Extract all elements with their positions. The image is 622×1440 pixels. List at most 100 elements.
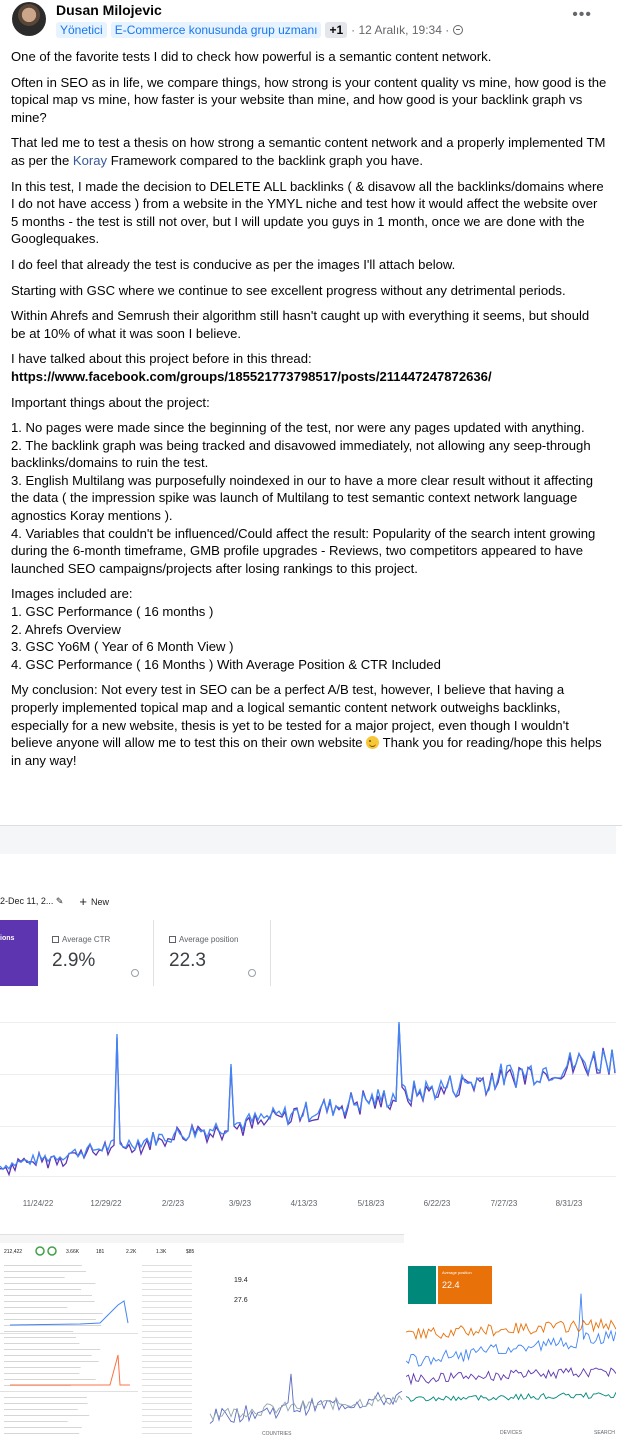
text-line xyxy=(142,1397,192,1398)
globe-icon xyxy=(453,25,464,35)
post-text: One of the favorite tests I did to check… xyxy=(11,48,607,777)
paragraph: I have talked about this project before … xyxy=(11,350,607,385)
x-axis-tick-label: 5/18/23 xyxy=(358,1199,385,1208)
paragraph: Starting with GSC where we continue to s… xyxy=(11,282,566,298)
toolbar-strip xyxy=(0,1235,404,1243)
text-line xyxy=(142,1313,192,1314)
thread-link[interactable]: https://www.facebook.com/groups/18552177… xyxy=(11,369,492,384)
text-line xyxy=(4,1265,82,1266)
text-line xyxy=(4,1409,78,1410)
project-notes-list: 1. No pages were made since the beginnin… xyxy=(11,419,607,577)
paragraph: My conclusion: Not every test in SEO can… xyxy=(11,681,607,769)
role-badge[interactable]: Yönetici xyxy=(56,22,107,38)
images-list: Images included are: 1. GSC Performance … xyxy=(11,585,607,673)
list-item: 4. Variables that couldn't be influenced… xyxy=(11,525,596,576)
text-line xyxy=(142,1319,192,1320)
ahrefs-overview-graphics xyxy=(0,1235,404,1439)
text-line xyxy=(4,1355,92,1356)
text-line xyxy=(4,1361,99,1362)
paragraph: Often in SEO as in life, we compare thin… xyxy=(11,74,607,125)
kw-value: 19.4 xyxy=(234,1277,248,1284)
text-line xyxy=(4,1271,86,1272)
text-line xyxy=(4,1313,103,1314)
impressions-series-line xyxy=(406,1293,616,1367)
gridline xyxy=(0,1022,616,1023)
text-line xyxy=(142,1367,192,1368)
timestamp[interactable]: · 12 Aralık, 19:34 · xyxy=(351,23,449,37)
more-options-icon[interactable]: ••• xyxy=(572,6,592,24)
text-line xyxy=(142,1289,192,1290)
text-line xyxy=(142,1307,192,1308)
text-line xyxy=(4,1367,81,1368)
rating-ring xyxy=(35,1246,45,1256)
text-line xyxy=(4,1415,90,1416)
paragraph: Important things about the project: xyxy=(11,394,210,410)
list-item: 2. Ahrefs Overview xyxy=(11,621,121,637)
post-image-ahrefs-overview[interactable]: 212,422 3.66K 181 2.2K 1.3K $85 19.4 27.… xyxy=(0,1234,404,1440)
mention-link[interactable]: Koray xyxy=(73,153,107,168)
list-heading: Images included are: xyxy=(11,586,133,602)
text-line xyxy=(4,1289,82,1290)
paragraph: That led me to test a thesis on how stro… xyxy=(11,134,607,169)
paragraph: One of the favorite tests I did to check… xyxy=(11,49,492,64)
metric-value: 3.66K xyxy=(66,1249,80,1255)
text-line xyxy=(4,1283,96,1284)
metric-value: 212,422 xyxy=(4,1249,23,1255)
text-line xyxy=(142,1409,192,1410)
text-line xyxy=(4,1397,87,1398)
text-line xyxy=(142,1391,192,1392)
text-line xyxy=(142,1301,192,1302)
gridline xyxy=(0,1126,616,1127)
list-item: 1. No pages were made since the beginnin… xyxy=(11,420,585,436)
bottom-label: DEVICES xyxy=(500,1430,522,1436)
x-axis-tick-label: 12/29/22 xyxy=(90,1199,122,1208)
text-line xyxy=(142,1337,192,1338)
list-item: 3. GSC Yo6M ( Year of 6 Month View ) xyxy=(11,639,234,655)
ctr-series-line xyxy=(406,1391,616,1402)
list-item: 1. GSC Performance ( 16 months ) xyxy=(11,604,214,620)
post-header: Dusan Milojevic Yönetici E-Commerce konu… xyxy=(0,0,622,46)
text-line xyxy=(142,1295,192,1296)
text-line xyxy=(142,1331,192,1332)
text-line xyxy=(142,1355,192,1356)
text-line xyxy=(142,1379,192,1380)
text-line xyxy=(142,1271,192,1272)
group-expert-badge[interactable]: E-Commerce konusunda grup uzmanı xyxy=(110,22,322,38)
avatar[interactable] xyxy=(12,2,46,36)
post-image-gsc-position-ctr[interactable]: Average position 22.4 DEVICES SEARCH xyxy=(406,1234,616,1440)
extra-badges[interactable]: +1 xyxy=(325,22,348,38)
text-line xyxy=(4,1319,96,1320)
x-axis-tick-label: 7/27/23 xyxy=(491,1199,518,1208)
text: Framework compared to the backlink graph… xyxy=(107,152,423,168)
text-line xyxy=(142,1265,192,1266)
text-line xyxy=(4,1349,101,1350)
metric-value: 1.3K xyxy=(156,1249,167,1255)
x-axis-tick-label: 11/24/22 xyxy=(23,1199,54,1208)
gsc-performance-chart: 11/24/22 12/29/22 2/2/23 3/9/23 4/13/23 5/18/… xyxy=(0,1021,616,1208)
text-line xyxy=(4,1343,80,1344)
text-line xyxy=(4,1373,80,1374)
separator xyxy=(0,1333,138,1334)
x-axis-tick-label: 2/2/23 xyxy=(162,1199,185,1208)
wink-emoji-icon xyxy=(366,736,380,750)
text-line xyxy=(4,1379,96,1380)
paragraph: In this test, I made the decision to DEL… xyxy=(11,178,604,247)
bottom-label: COUNTRIES xyxy=(262,1431,292,1437)
x-axis-tick-label: 6/22/23 xyxy=(424,1199,451,1208)
kw-value: 27.6 xyxy=(234,1297,248,1304)
gridline xyxy=(0,1176,616,1177)
text-line xyxy=(4,1331,74,1332)
x-axis-tick-label: 3/9/23 xyxy=(229,1199,252,1208)
author-name[interactable]: Dusan Milojevic xyxy=(56,2,162,18)
text: I have talked about this project before … xyxy=(11,351,312,367)
post-image-gsc-performance[interactable]: 2-Dec 11, 2... ✎ + New ions Average CTR 2… xyxy=(0,826,616,1234)
text-line xyxy=(142,1325,192,1326)
text-line xyxy=(142,1415,192,1416)
metric-value: 181 xyxy=(96,1249,105,1255)
rating-ring xyxy=(47,1246,57,1256)
text-line xyxy=(142,1361,192,1362)
text-line xyxy=(142,1283,192,1284)
text-line xyxy=(142,1433,192,1434)
metric-value: 2.2K xyxy=(126,1249,137,1255)
text-line xyxy=(4,1295,93,1296)
